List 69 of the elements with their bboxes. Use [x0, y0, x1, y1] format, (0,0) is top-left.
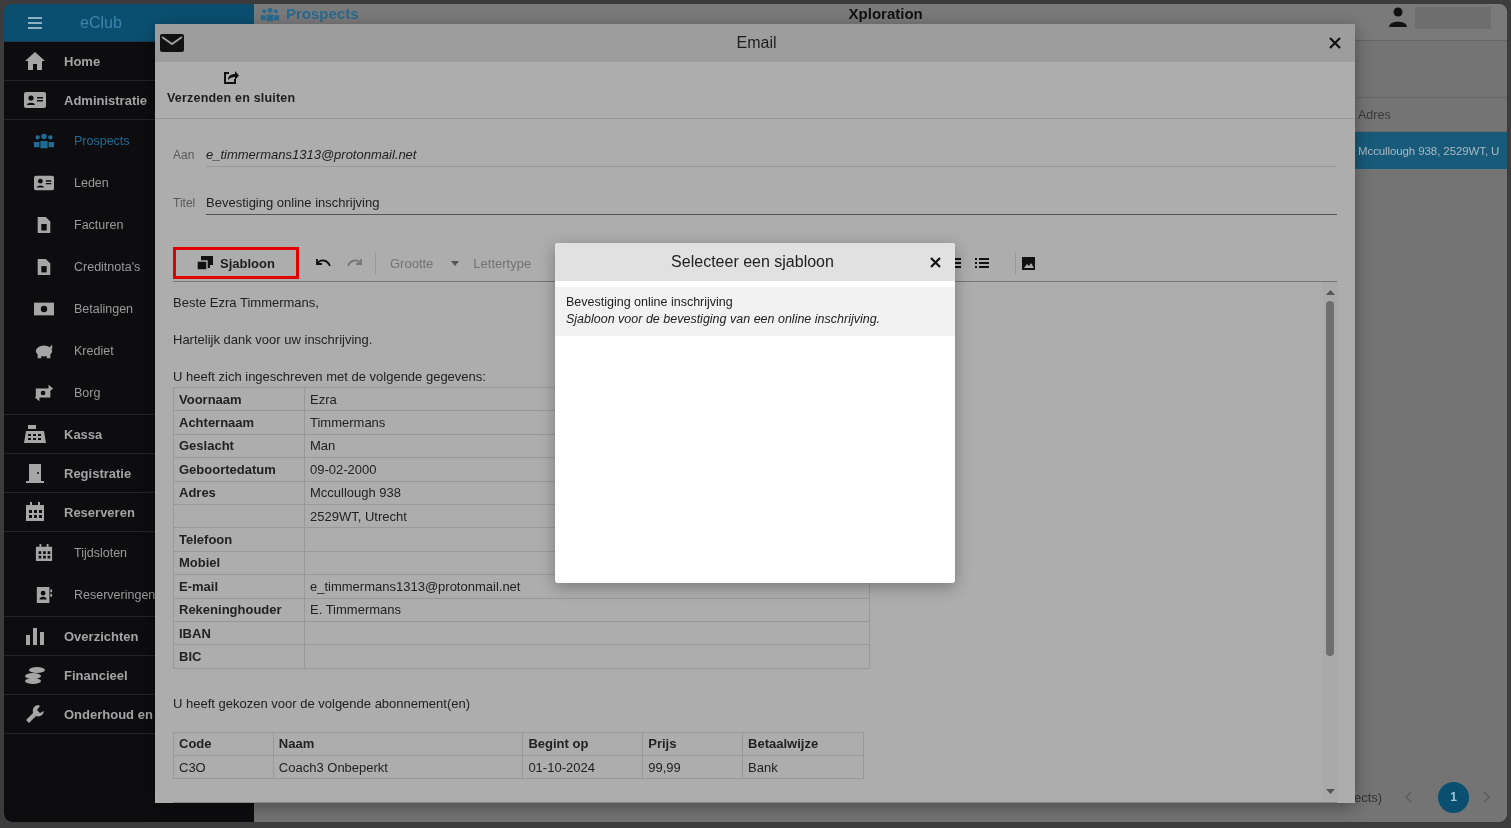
close-icon[interactable]: [1329, 37, 1341, 49]
table-cell: Adres: [173, 481, 305, 505]
people-icon: [34, 132, 54, 150]
page-title: Prospects: [286, 5, 359, 22]
table-cell: Bank: [742, 755, 864, 779]
table-cell: Coach3 Onbeperkt: [273, 755, 523, 779]
table-cell: 99,99: [642, 755, 743, 779]
paragraph: Beste Ezra Timmermans,: [173, 294, 319, 312]
template-title: Bevestiging online inschrijving: [566, 295, 734, 309]
piggy-bank-icon: [34, 342, 54, 360]
share-icon: [223, 70, 240, 85]
template-item[interactable]: Bevestiging online inschrijving Sjabloon voor de bevestiging van een online inschrijving.: [555, 287, 955, 336]
table-cell: IBAN: [173, 621, 305, 645]
page-button[interactable]: 1: [1438, 781, 1470, 813]
column-header: Naam: [273, 732, 523, 756]
template-description: Sjabloon voor de bevestiging van een online inschrijving.: [566, 312, 882, 326]
cash-register-icon: [24, 424, 46, 444]
table-cell: Mobiel: [173, 551, 305, 575]
calendar-icon: [34, 544, 54, 562]
paragraph: Hartelijk dank voor uw inschrijving.: [173, 331, 373, 349]
template-button[interactable]: Sjabloon: [173, 247, 299, 279]
table-cell: E-mail: [173, 574, 305, 598]
dialog-title: Selecteer een sjabloon: [670, 253, 835, 271]
close-icon[interactable]: [930, 256, 941, 268]
input-field[interactable]: Bevestiging online inschrijving: [206, 191, 1337, 215]
user-icon[interactable]: [1389, 7, 1407, 27]
banknote-icon: [34, 300, 54, 318]
table-cell: 01-10-2024: [522, 755, 643, 779]
coins-icon: [24, 665, 46, 685]
field-label: Titel: [173, 196, 197, 212]
table-cell: E. Timmermans: [304, 598, 870, 622]
contact-card-icon: [34, 586, 54, 604]
table-cell: C3O: [173, 755, 274, 779]
id-card-icon: [34, 174, 54, 192]
table-cell: Achternaam: [173, 410, 305, 435]
scroll-up-icon[interactable]: [1325, 290, 1335, 295]
column-header: Prijs: [642, 732, 743, 756]
table-cell: Rekeninghouder: [173, 598, 305, 622]
people-icon: [260, 7, 280, 22]
image-icon[interactable]: [1022, 256, 1036, 270]
column-header: Betaalwijze: [742, 732, 864, 756]
field-label: Aan: [173, 148, 196, 164]
table-cell: Voornaam: [173, 387, 305, 411]
table-cell: Telefoon: [173, 527, 305, 552]
calendar-icon: [24, 502, 46, 522]
exchange-icon: [34, 384, 54, 402]
input-field[interactable]: e_timmermans1313@protonmail.net: [206, 143, 1337, 167]
envelope-icon: [160, 34, 184, 52]
template-icon: [197, 256, 214, 270]
column-header: Begint op: [522, 732, 643, 756]
paragraph: U heeft zich ingeschreven met de volgende gegevens:: [173, 368, 486, 386]
home-icon: [24, 51, 46, 71]
record-count: ects): [1354, 789, 1383, 805]
menu-icon[interactable]: [28, 16, 42, 29]
dialog-title: Email: [735, 34, 778, 52]
table-cell: Geslacht: [173, 434, 305, 458]
id-card-icon: [24, 90, 46, 110]
door-icon: [24, 463, 46, 483]
app-name: eClub: [80, 13, 122, 32]
list-icon[interactable]: [975, 257, 990, 269]
column-header: Code: [173, 732, 274, 756]
club-name: Xploration: [848, 5, 923, 22]
table-cell: BIC: [173, 644, 305, 669]
wrench-icon: [24, 704, 46, 724]
caret-icon: [451, 260, 460, 266]
scroll-down-icon[interactable]: [1325, 789, 1335, 794]
scrollbar[interactable]: [1323, 282, 1337, 802]
table-cell: Geboortedatum: [173, 457, 305, 482]
bar-chart-icon: [24, 626, 46, 646]
